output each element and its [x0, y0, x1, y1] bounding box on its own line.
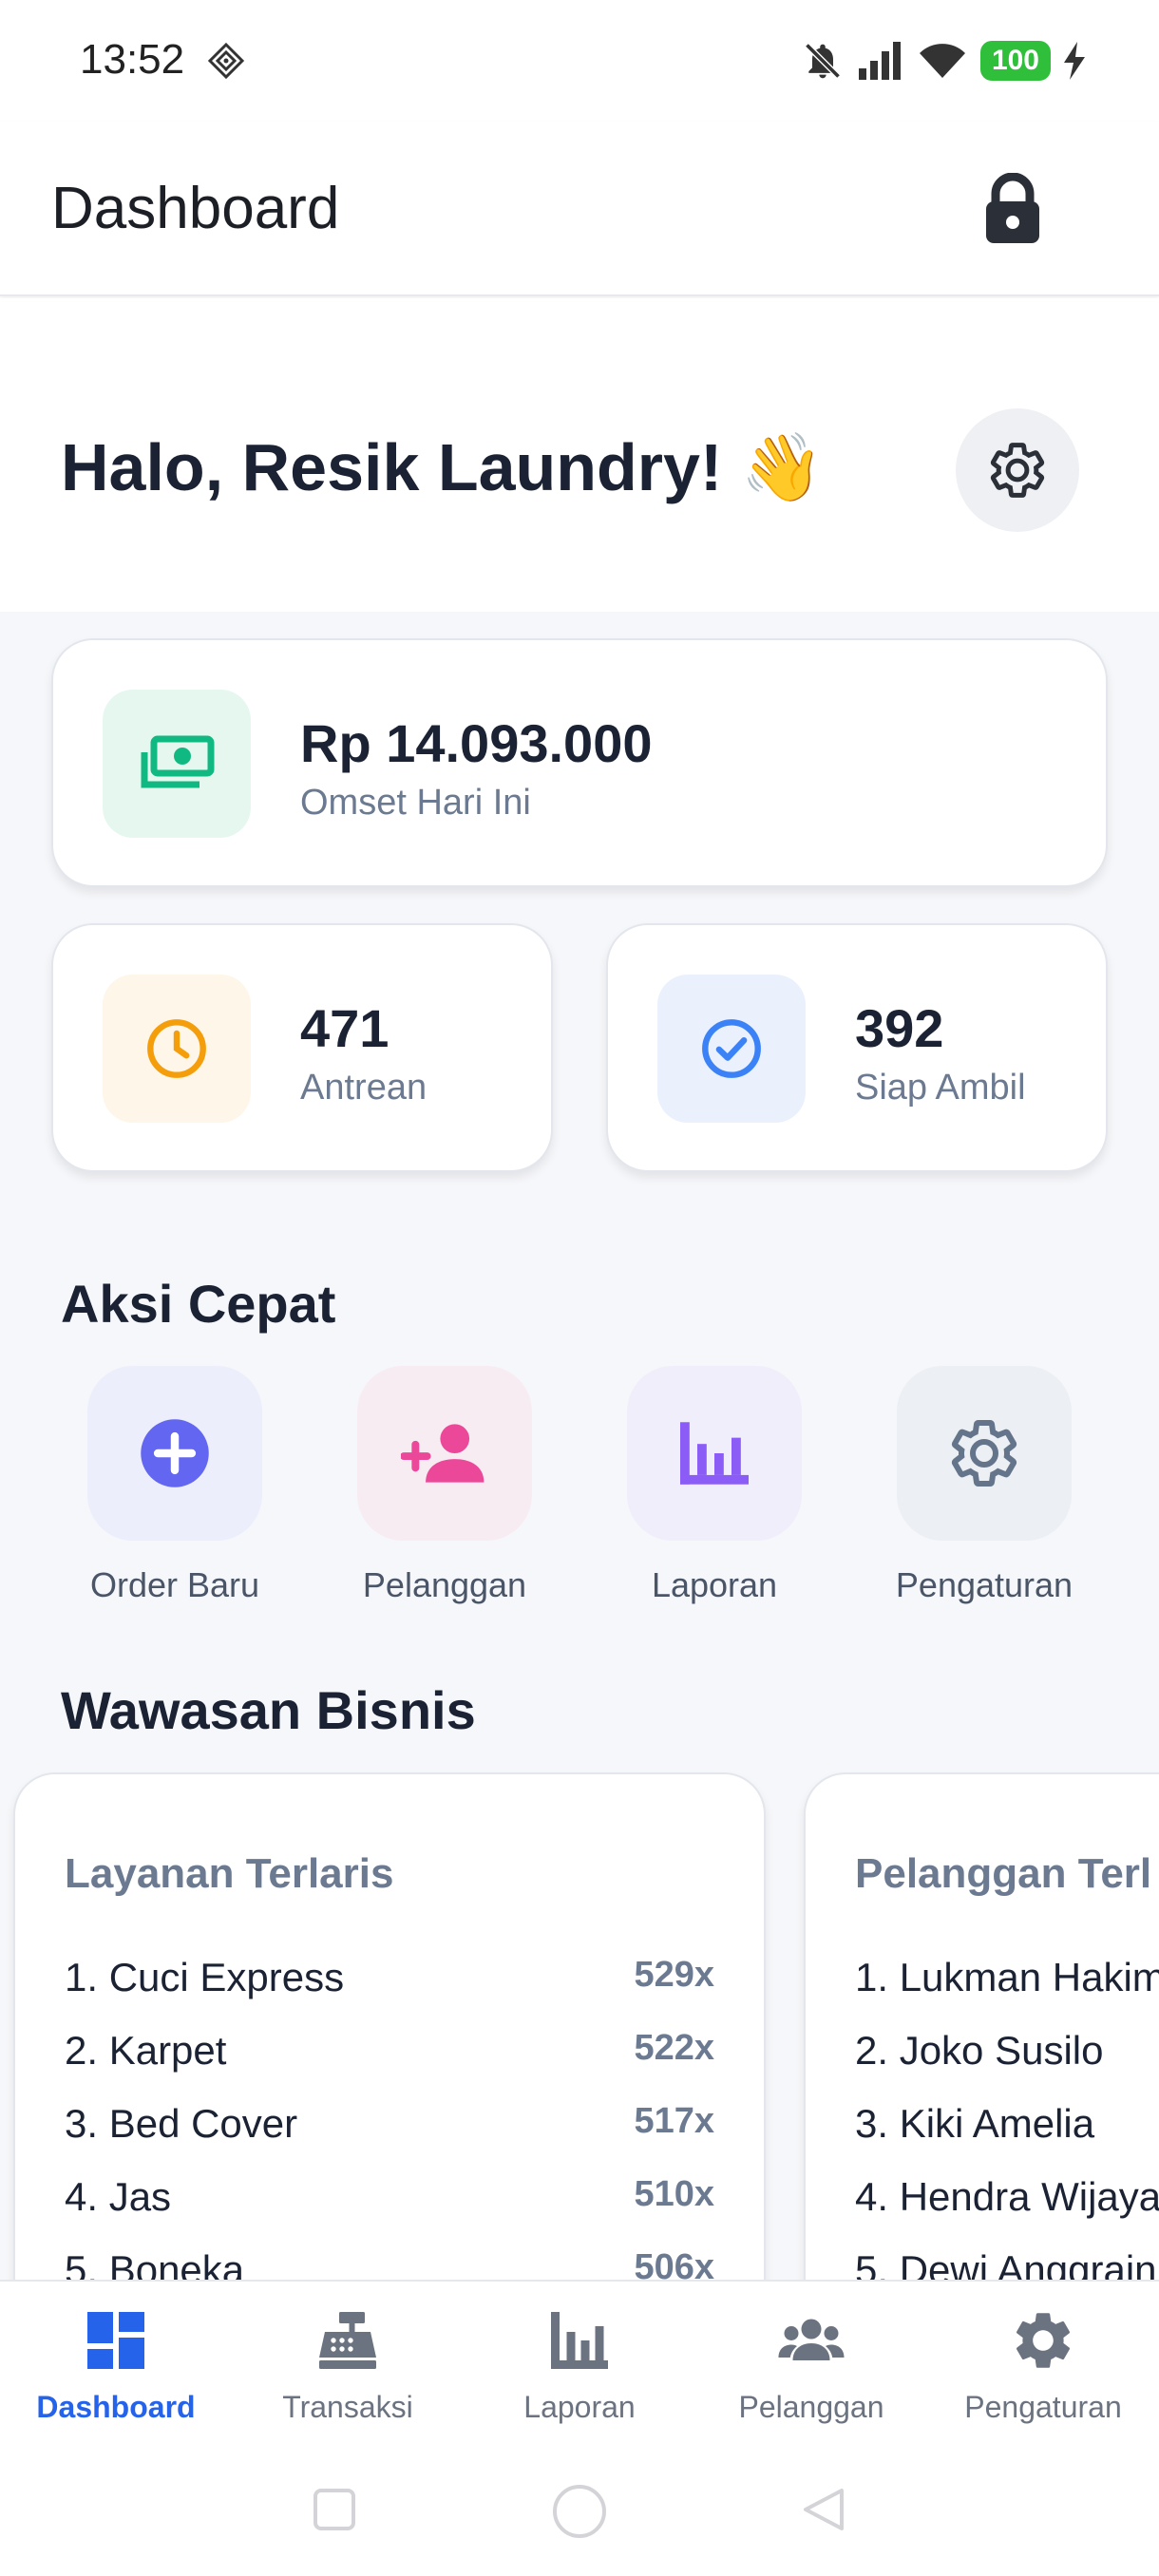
- main-content[interactable]: Rp 14.093.000 Omset Hari Ini 471 Antrean…: [0, 612, 1159, 2361]
- nav-label: Laporan: [523, 2390, 636, 2424]
- bar-chart-icon: [551, 2312, 608, 2369]
- siap-ambil-label: Siap Ambil: [855, 1068, 1026, 1108]
- plus-circle-icon: [141, 1419, 209, 1487]
- item-count: 522x: [634, 2028, 714, 2068]
- quick-action-label: Order Baru: [89, 1565, 260, 1604]
- bar-chart-icon: [680, 1422, 749, 1485]
- nav-item-dashboard[interactable]: Dashboard: [0, 2282, 232, 2451]
- list-item: 1. Cuci Express 529x: [65, 1955, 714, 2012]
- battery-indicator: 100: [979, 41, 1051, 81]
- quick-action-label: Pengaturan: [895, 1565, 1074, 1604]
- greeting-section: Halo, Resik Laundry! 👋: [0, 298, 1159, 612]
- quick-action-order-baru[interactable]: Order Baru: [87, 1366, 262, 1604]
- person-add-icon: [401, 1424, 484, 1483]
- insight-card-pelanggan[interactable]: Pelanggan Terl 1. Lukman Hakim 2. Joko S…: [804, 1772, 1159, 2361]
- item-count: 510x: [634, 2174, 714, 2214]
- status-icons: 100: [802, 34, 1085, 87]
- gear-icon: [1016, 2313, 1071, 2368]
- antrean-label: Antrean: [300, 1068, 428, 1108]
- nav-label: Transaksi: [282, 2390, 413, 2424]
- nav-item-transaksi[interactable]: Transaksi: [232, 2282, 464, 2451]
- item-name: 2. Karpet: [65, 2028, 227, 2073]
- siap-ambil-value: 392: [855, 998, 944, 1058]
- recent-apps-icon[interactable]: [310, 2485, 359, 2534]
- quick-action-pengaturan[interactable]: Pengaturan: [896, 1366, 1073, 1604]
- nav-item-pengaturan[interactable]: Pengaturan: [927, 2282, 1159, 2451]
- laporan-tile: [627, 1366, 802, 1541]
- home-icon[interactable]: [549, 2481, 610, 2542]
- item-name: 4. Jas: [65, 2174, 172, 2219]
- money-icon: [141, 735, 215, 788]
- gear-icon: [990, 443, 1045, 498]
- charging-icon: [1064, 42, 1085, 80]
- list-item: 4. Hendra Wijaya: [855, 2174, 1159, 2231]
- check-circle-icon: [702, 1019, 761, 1078]
- lock-icon[interactable]: [980, 173, 1045, 245]
- page-title: Dashboard: [51, 176, 340, 241]
- clock-icon: [147, 1019, 206, 1078]
- list-item: 4. Jas 510x: [65, 2174, 714, 2231]
- dashboard-icon: [87, 2312, 144, 2369]
- quick-action-label: Pelanggan: [362, 1565, 527, 1604]
- insight-card-layanan[interactable]: Layanan Terlaris 1. Cuci Express 529x 2.…: [13, 1772, 766, 2361]
- list-item: 3. Bed Cover 517x: [65, 2101, 714, 2158]
- greeting-text: Halo, Resik Laundry! 👋: [61, 430, 824, 504]
- list-item: 1. Lukman Hakim: [855, 1955, 1159, 2012]
- list-item: 2. Karpet 522x: [65, 2028, 714, 2085]
- settings-button[interactable]: [956, 408, 1079, 532]
- nav-item-laporan[interactable]: Laporan: [464, 2282, 695, 2451]
- item-name: 3. Bed Cover: [65, 2101, 298, 2146]
- bottom-nav: Dashboard Transaksi Laporan Pelanggan Pe…: [0, 2280, 1159, 2449]
- siap-ambil-card[interactable]: 392 Siap Ambil: [606, 923, 1108, 1172]
- system-nav-bar: [0, 2449, 1159, 2576]
- antrean-card[interactable]: 471 Antrean: [51, 923, 553, 1172]
- quick-actions-title: Aksi Cepat: [61, 1274, 336, 1334]
- status-bar: 13:52 100: [0, 0, 1159, 122]
- antrean-value: 471: [300, 998, 390, 1058]
- antrean-icon-tile: [103, 975, 251, 1123]
- app-bar: Dashboard: [0, 122, 1159, 296]
- cash-register-icon: [319, 2312, 376, 2369]
- wifi-icon: [919, 44, 965, 78]
- insights-title: Wawasan Bisnis: [61, 1680, 476, 1740]
- siap-ambil-icon-tile: [657, 975, 806, 1123]
- pengaturan-tile: [897, 1366, 1072, 1541]
- order-baru-tile: [87, 1366, 262, 1541]
- item-name: 4. Hendra Wijaya: [855, 2174, 1159, 2219]
- item-name: 1. Lukman Hakim: [855, 1955, 1159, 1999]
- item-name: 2. Joko Susilo: [855, 2028, 1104, 2073]
- nav-label: Pengaturan: [964, 2390, 1122, 2424]
- omset-value: Rp 14.093.000: [300, 713, 653, 773]
- omset-card[interactable]: Rp 14.093.000 Omset Hari Ini: [51, 638, 1108, 887]
- signal-icon: [858, 42, 901, 80]
- gear-icon: [951, 1420, 1017, 1487]
- list-item: 3. Kiki Amelia: [855, 2101, 1094, 2158]
- pelanggan-tile: [357, 1366, 532, 1541]
- nfc-icon: [207, 42, 245, 80]
- omset-icon-tile: [103, 690, 251, 838]
- omset-label: Omset Hari Ini: [300, 783, 531, 823]
- quick-action-label: Laporan: [651, 1565, 778, 1604]
- item-count: 529x: [634, 1955, 714, 1995]
- back-icon[interactable]: [800, 2485, 849, 2534]
- status-time: 13:52: [80, 36, 185, 83]
- nav-label: Pelanggan: [738, 2390, 884, 2424]
- quick-action-pelanggan[interactable]: Pelanggan: [357, 1366, 532, 1604]
- people-icon: [778, 2319, 845, 2360]
- nav-item-pelanggan[interactable]: Pelanggan: [695, 2282, 927, 2451]
- nav-label: Dashboard: [36, 2390, 196, 2424]
- item-count: 517x: [634, 2101, 714, 2141]
- quick-action-laporan[interactable]: Laporan: [627, 1366, 802, 1604]
- list-item: 2. Joko Susilo: [855, 2028, 1103, 2085]
- insight-card-title: Pelanggan Terl: [855, 1850, 1152, 1897]
- item-name: 1. Cuci Express: [65, 1955, 345, 1999]
- item-name: 3. Kiki Amelia: [855, 2101, 1095, 2146]
- insight-card-title: Layanan Terlaris: [65, 1850, 394, 1897]
- bell-off-icon: [805, 43, 841, 79]
